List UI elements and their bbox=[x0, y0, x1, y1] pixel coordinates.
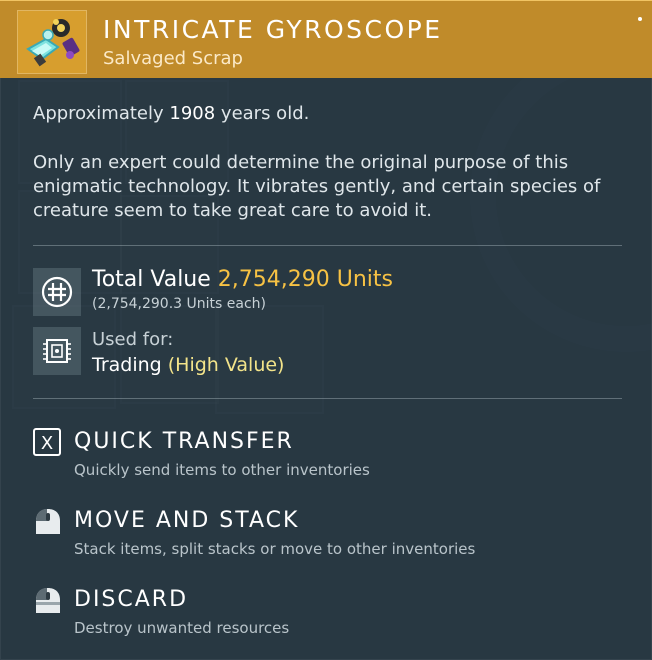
used-for-value: Trading (High Value) bbox=[92, 354, 284, 376]
x-key-icon: X bbox=[33, 428, 61, 456]
usage-qualifier: (High Value) bbox=[167, 354, 285, 376]
move-and-stack-hint: Stack items, split stacks or move to oth… bbox=[74, 540, 476, 558]
discard-action[interactable]: DISCARD Destroy unwanted resources bbox=[33, 586, 593, 638]
discard-hint: Destroy unwanted resources bbox=[74, 619, 290, 637]
item-category: Salvaged Scrap bbox=[103, 48, 243, 69]
total-value: Total Value 2,754,290 Units bbox=[92, 267, 393, 292]
divider-top bbox=[33, 245, 622, 246]
unit-value-each: (2,754,290.3 Units each) bbox=[92, 296, 266, 312]
svg-text:X: X bbox=[41, 433, 53, 454]
mouse-left-icon bbox=[33, 507, 61, 535]
item-header: INTRICATE GYROSCOPE Salvaged Scrap bbox=[0, 0, 652, 78]
trade-chip-icon bbox=[33, 327, 81, 375]
total-value-amount: 2,754,290 Units bbox=[217, 267, 394, 292]
item-tooltip-panel: INTRICATE GYROSCOPE Salvaged Scrap Appro… bbox=[0, 0, 652, 660]
item-description: Only an expert could determine the origi… bbox=[33, 152, 601, 221]
age-prefix: Approximately bbox=[33, 103, 164, 124]
total-value-label: Total Value bbox=[92, 267, 211, 292]
age-value: 1908 bbox=[169, 103, 216, 124]
item-title: INTRICATE GYROSCOPE bbox=[103, 15, 443, 44]
mouse-hold-icon bbox=[33, 586, 61, 614]
quick-transfer-hint: Quickly send items to other inventories bbox=[74, 461, 370, 479]
quick-transfer-label: QUICK TRANSFER bbox=[74, 429, 294, 454]
corner-indicator bbox=[638, 17, 642, 21]
item-age: Approximately 1908 years old. bbox=[33, 103, 309, 124]
used-for-label: Used for: bbox=[92, 329, 174, 350]
discard-label: DISCARD bbox=[74, 587, 189, 612]
move-and-stack-action[interactable]: MOVE AND STACK Stack items, split stacks… bbox=[33, 507, 593, 559]
gyroscope-icon bbox=[17, 10, 87, 74]
move-and-stack-label: MOVE AND STACK bbox=[74, 508, 300, 533]
usage-category: Trading bbox=[92, 354, 162, 376]
divider-bottom bbox=[33, 398, 622, 399]
units-icon bbox=[33, 268, 81, 316]
quick-transfer-action[interactable]: X QUICK TRANSFER Quickly send items to o… bbox=[33, 428, 593, 480]
age-suffix: years old. bbox=[220, 103, 310, 124]
